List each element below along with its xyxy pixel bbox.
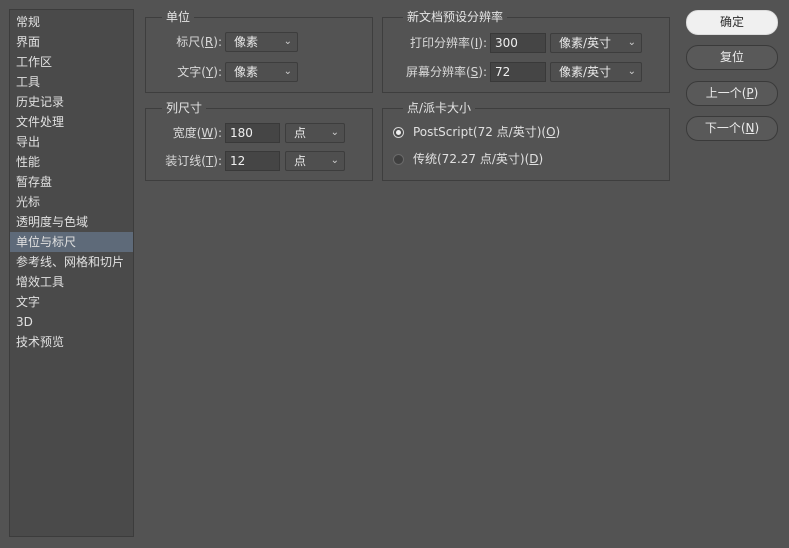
gutter-label: 装订线(T): [165,154,222,168]
sidebar-item-export[interactable]: 导出 [10,132,133,152]
column-width-input[interactable]: 180 [225,123,280,143]
ruler-unit-select[interactable]: 像素 ⌄ [225,32,298,52]
ok-button[interactable]: 确定 [686,10,778,35]
traditional-radio[interactable] [393,154,404,165]
sidebar-item-technology-previews[interactable]: 技术预览 [10,332,133,352]
sidebar-item-type[interactable]: 文字 [10,292,133,312]
sidebar-item-performance[interactable]: 性能 [10,152,133,172]
chevron-down-icon: ⌄ [627,37,636,48]
screen-resolution-input[interactable]: 72 [490,62,546,82]
sidebar-item-transparency-gamut[interactable]: 透明度与色域 [10,212,133,232]
print-resolution-label: 打印分辨率(I): [410,36,487,50]
sidebar-item-plugins[interactable]: 增效工具 [10,272,133,292]
sidebar-item-file-handling[interactable]: 文件处理 [10,112,133,132]
point-pica-size-group: 点/派卡大小 PostScript(72 点/英寸)(O) 传统(72.27 点… [382,100,670,181]
point-pica-group-title: 点/派卡大小 [403,100,476,116]
sidebar-item-3d[interactable]: 3D [10,312,133,332]
traditional-label[interactable]: 传统(72.27 点/英寸)(D) [413,149,543,169]
type-label: 文字(Y): [177,65,222,79]
next-button[interactable]: 下一个(N) [686,116,778,141]
sidebar-item-interface[interactable]: 界面 [10,32,133,52]
print-resolution-input[interactable]: 300 [490,33,546,53]
sidebar-item-workspace[interactable]: 工作区 [10,52,133,72]
width-label: 宽度(W): [172,126,222,140]
postscript-radio[interactable] [393,127,404,138]
screen-resolution-label: 屏幕分辨率(S): [405,65,487,79]
chevron-down-icon: ⌄ [627,66,636,77]
sidebar-item-scratch-disks[interactable]: 暂存盘 [10,172,133,192]
sidebar-item-tools[interactable]: 工具 [10,72,133,92]
print-resolution-unit-select[interactable]: 像素/英寸 ⌄ [550,33,642,53]
column-size-group: 列尺寸 宽度(W): 180 点 ⌄ 装订线(T): 12 点 ⌄ [145,100,373,181]
chevron-down-icon: ⌄ [283,66,292,77]
postscript-label[interactable]: PostScript(72 点/英寸)(O) [413,122,560,142]
sidebar-item-general[interactable]: 常规 [10,12,133,32]
reset-button[interactable]: 复位 [686,45,778,70]
screen-resolution-unit-select[interactable]: 像素/英寸 ⌄ [550,62,642,82]
type-unit-select[interactable]: 像素 ⌄ [225,62,298,82]
gutter-unit-select[interactable]: 点 ⌄ [285,151,345,171]
sidebar-item-history[interactable]: 历史记录 [10,92,133,112]
chevron-down-icon: ⌄ [283,36,292,47]
resolution-group: 新文档预设分辨率 打印分辨率(I): 300 像素/英寸 ⌄ 屏幕分辨率(S): … [382,9,670,93]
column-width-unit-select[interactable]: 点 ⌄ [285,123,345,143]
gutter-input[interactable]: 12 [225,151,280,171]
preferences-category-list[interactable]: 常规 界面 工作区 工具 历史记录 文件处理 导出 性能 暂存盘 光标 透明度与… [9,9,134,537]
sidebar-item-cursors[interactable]: 光标 [10,192,133,212]
resolution-group-title: 新文档预设分辨率 [403,9,508,25]
sidebar-item-guides-grid-slices[interactable]: 参考线、网格和切片 [10,252,133,272]
chevron-down-icon: ⌄ [330,127,339,138]
sidebar-item-units-rulers[interactable]: 单位与标尺 [10,232,133,252]
ruler-label: 标尺(R): [176,35,222,49]
chevron-down-icon: ⌄ [330,155,339,166]
units-group-title: 单位 [162,9,195,25]
previous-button[interactable]: 上一个(P) [686,81,778,106]
column-size-group-title: 列尺寸 [162,100,207,116]
units-group: 单位 标尺(R): 像素 ⌄ 文字(Y): 像素 ⌄ [145,9,373,93]
